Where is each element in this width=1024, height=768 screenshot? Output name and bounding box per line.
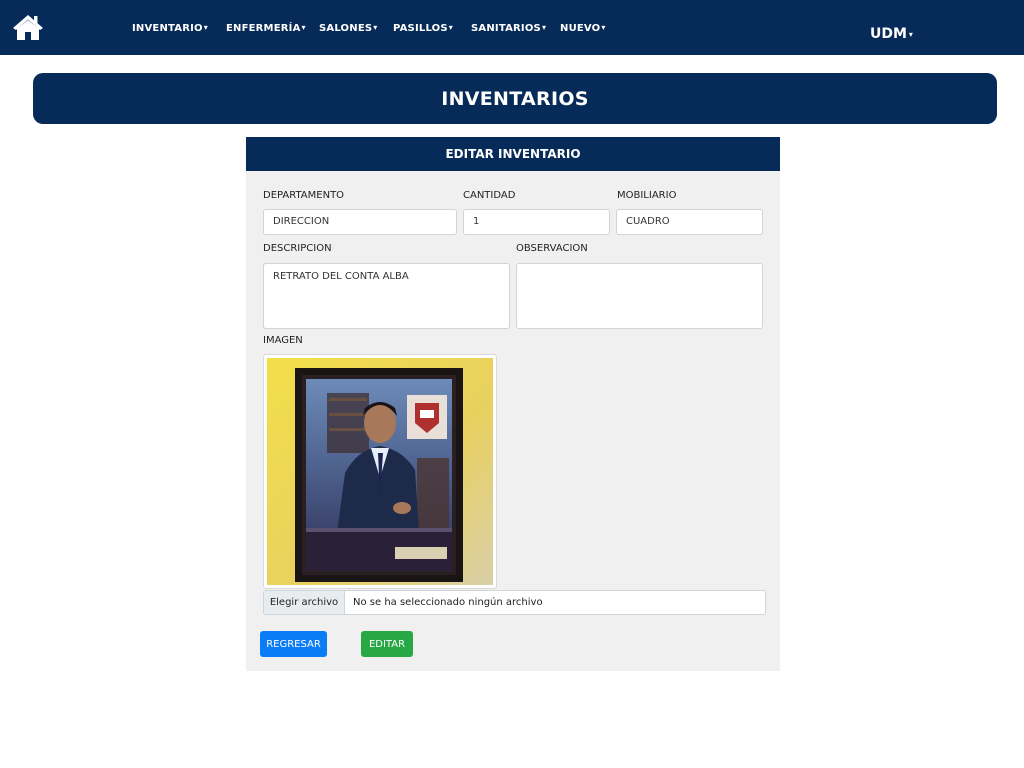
observacion-label: OBSERVACION xyxy=(516,243,588,254)
chevron-down-icon: ▾ xyxy=(448,23,453,32)
chevron-down-icon: ▾ xyxy=(601,23,606,32)
mobiliario-field[interactable]: CUADRO xyxy=(616,209,763,235)
nav-item-nuevo[interactable]: NUEVO▾ xyxy=(560,23,606,34)
page-title: INVENTARIOS xyxy=(441,87,589,110)
chevron-down-icon: ▾ xyxy=(541,23,547,32)
descripcion-textarea[interactable]: RETRATO DEL CONTA ALBA xyxy=(263,263,510,329)
card-title: EDITAR INVENTARIO xyxy=(445,147,581,161)
home-icon[interactable] xyxy=(12,13,44,41)
choose-file-button[interactable]: Elegir archivo xyxy=(264,591,345,614)
card-header: EDITAR INVENTARIO xyxy=(246,137,780,171)
chevron-down-icon: ▾ xyxy=(301,23,306,32)
chevron-down-icon: ▾ xyxy=(373,23,378,32)
chevron-down-icon: ▾ xyxy=(908,30,913,39)
user-menu[interactable]: UDM ▾ xyxy=(870,26,913,42)
nav-label: PASILLOS xyxy=(393,23,448,34)
cantidad-field[interactable]: 1 xyxy=(463,209,610,235)
nav-item-pasillos[interactable]: PASILLOS▾ xyxy=(393,23,453,34)
observacion-textarea[interactable] xyxy=(516,263,763,329)
nav-label: SANITARIOS xyxy=(471,23,541,34)
regresar-button[interactable]: REGRESAR xyxy=(260,631,327,657)
imagen-label: IMAGEN xyxy=(263,335,303,346)
top-navbar: INVENTARIO▾ ENFERMERÍA▾ SALONES▾ PASILLO… xyxy=(0,0,1024,55)
nav-label: NUEVO xyxy=(560,23,601,34)
nav-item-salones[interactable]: SALONES▾ xyxy=(319,23,377,34)
file-status-text: No se ha seleccionado ningún archivo xyxy=(353,597,543,608)
nav-label: INVENTARIO xyxy=(132,23,203,34)
descripcion-label: DESCRIPCION xyxy=(263,243,332,254)
user-label: UDM xyxy=(870,26,907,42)
departamento-label: DEPARTAMENTO xyxy=(263,190,345,201)
file-input[interactable]: Elegir archivo No se ha seleccionado nin… xyxy=(263,590,766,615)
nav-label: SALONES xyxy=(319,23,373,34)
item-photo xyxy=(263,354,497,589)
chevron-down-icon: ▾ xyxy=(203,23,208,32)
departamento-field[interactable]: DIRECCION xyxy=(263,209,457,235)
nav-item-enfermeria[interactable]: ENFERMERÍA▾ xyxy=(226,23,306,34)
cantidad-label: CANTIDAD xyxy=(463,190,516,201)
nav-label: ENFERMERÍA xyxy=(226,23,301,34)
page-banner: INVENTARIOS xyxy=(33,73,997,124)
editar-button[interactable]: EDITAR xyxy=(361,631,413,657)
nav-item-inventario[interactable]: INVENTARIO▾ xyxy=(132,23,208,34)
mobiliario-label: MOBILIARIO xyxy=(617,190,677,201)
nav-item-sanitarios[interactable]: SANITARIOS▾ xyxy=(471,23,546,34)
